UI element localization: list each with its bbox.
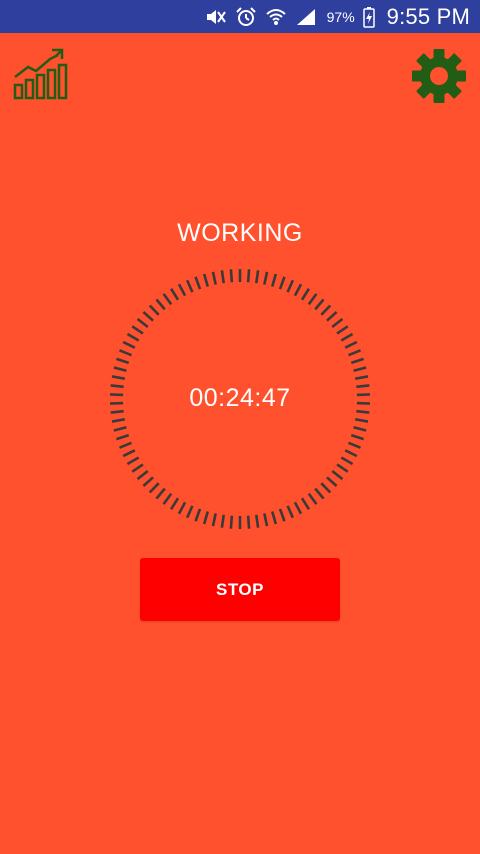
dial-tick	[155, 298, 166, 311]
dial-tick	[300, 288, 310, 301]
dial-tick	[353, 366, 367, 372]
dial-tick	[336, 463, 349, 473]
wifi-icon	[265, 6, 287, 28]
dial-tick	[307, 492, 318, 505]
dial-tick	[293, 501, 303, 515]
dial-tick	[326, 476, 338, 487]
status-icons: 97% 9:55 PM	[205, 0, 470, 33]
dial-tick	[340, 456, 354, 466]
dial-tick	[246, 515, 251, 529]
dial-tick	[344, 340, 358, 349]
dial-tick	[350, 433, 365, 441]
dial-tick	[331, 470, 344, 481]
mute-icon	[205, 7, 227, 27]
dial-tick	[354, 418, 369, 423]
dial-tick	[211, 513, 217, 527]
dial-tick	[142, 311, 154, 322]
dial-tick	[353, 426, 367, 432]
dial-tick	[122, 340, 136, 349]
alarm-icon	[235, 6, 257, 28]
dial-tick	[314, 487, 325, 500]
dial-tick	[126, 456, 140, 466]
dial-tick	[185, 505, 194, 519]
dial-tick	[115, 433, 130, 441]
dial-tick	[254, 514, 260, 528]
dial-tick	[177, 501, 187, 515]
dial-tick	[278, 276, 286, 290]
dial-tick	[347, 349, 362, 357]
dial-tick	[344, 449, 358, 458]
dial-tick	[118, 349, 133, 357]
dial-tick	[111, 375, 126, 380]
dial-tick	[111, 418, 126, 423]
dial-tick	[229, 269, 234, 283]
dial-tick	[148, 304, 160, 316]
dial-tick	[170, 288, 180, 301]
stats-chart-icon	[12, 48, 70, 107]
dial-tick	[350, 357, 365, 365]
dial-tick	[246, 269, 251, 283]
dial-tick	[229, 515, 234, 529]
dial-tick	[115, 357, 130, 365]
stats-button[interactable]	[12, 47, 70, 103]
dial-tick	[314, 298, 325, 311]
dial-tick	[220, 514, 226, 528]
dial-tick	[131, 325, 144, 335]
dial-tick	[300, 497, 310, 510]
timer-state-label: WORKING	[177, 219, 303, 247]
dial-tick	[278, 508, 286, 522]
dial-tick	[185, 279, 194, 293]
timer-display: 00:24:47	[189, 384, 291, 412]
dial-tick	[331, 317, 344, 328]
dial-tick	[136, 470, 149, 481]
dial-tick	[263, 271, 269, 285]
dial-tick	[347, 441, 362, 449]
dial-tick	[326, 311, 338, 322]
battery-charging-icon	[362, 6, 375, 28]
dial-tick	[286, 505, 295, 519]
dial-tick	[320, 482, 332, 494]
dial-tick	[202, 511, 209, 525]
stop-button[interactable]: STOP	[140, 558, 340, 621]
dial-tick	[148, 482, 160, 494]
dial-tick	[354, 375, 369, 380]
dial-tick	[122, 449, 136, 458]
dial-tick	[194, 508, 202, 522]
timer-screen: WORKING 00:24:47 STOP	[0, 33, 480, 854]
dial-tick	[220, 270, 226, 284]
battery-percent: 97%	[326, 8, 355, 25]
dial-tick	[263, 513, 269, 527]
dial-tick	[336, 325, 349, 335]
gear-icon	[410, 49, 468, 109]
dial-tick	[177, 283, 187, 297]
dial-tick	[118, 441, 133, 449]
dial-tick	[202, 273, 209, 287]
dial-tick	[162, 492, 173, 505]
dial-tick	[194, 276, 202, 290]
dial-tick	[320, 304, 332, 316]
dial-tick	[126, 332, 140, 342]
dial-tick	[271, 273, 278, 287]
dial-tick	[113, 426, 127, 432]
status-bar: 97% 9:55 PM	[0, 0, 480, 33]
settings-button[interactable]	[410, 47, 468, 105]
dial-tick	[170, 497, 180, 510]
status-time: 9:55 PM	[386, 3, 470, 29]
dial-tick	[131, 463, 144, 473]
dial-tick	[155, 487, 166, 500]
dial-tick	[293, 283, 303, 297]
dial-tick	[136, 317, 149, 328]
dial-tick	[307, 293, 318, 306]
signal-icon	[295, 7, 317, 27]
dial-tick	[142, 476, 154, 487]
dial-tick	[340, 332, 354, 342]
dial-tick	[211, 271, 217, 285]
dial-tick	[162, 293, 173, 306]
dial-tick	[113, 366, 127, 372]
dial-tick	[254, 270, 260, 284]
dial-tick	[271, 511, 278, 525]
dial-tick	[286, 279, 295, 293]
